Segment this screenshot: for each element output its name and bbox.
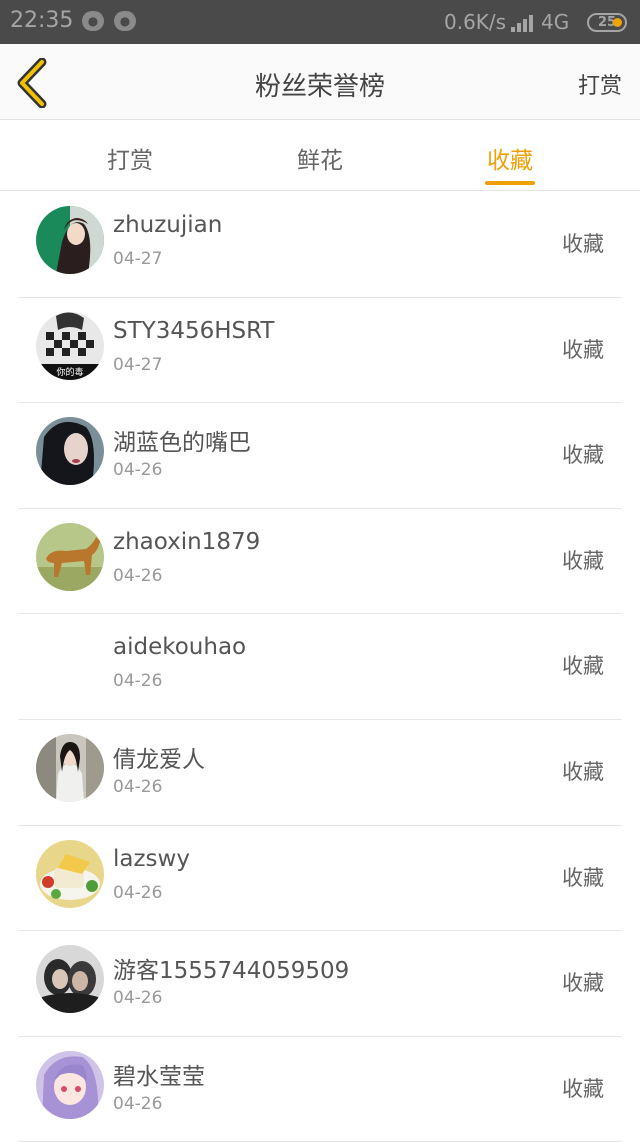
fan-action: 收藏 (562, 548, 604, 573)
wechat-icon: ● (82, 11, 104, 31)
food-plate-avatar (36, 839, 104, 908)
fan-action: 收藏 (562, 865, 604, 890)
fan-name: 碧水莹莹 (113, 1063, 205, 1090)
status-time: 22:35 (10, 8, 74, 33)
list-item[interactable]: zhuzujian 04-27 收藏 (0, 192, 640, 298)
fan-list: zhuzujian 04-27 收藏 你的毒 STY3456HSRT 04-27… (0, 192, 640, 1142)
fan-name: lazswy (113, 845, 190, 872)
page-title: 粉丝荣誉榜 (254, 72, 385, 102)
anime-man-avatar (36, 206, 104, 274)
list-item[interactable]: 游客1555744059509 04-26 收藏 (0, 931, 640, 1037)
list-item[interactable]: zhaoxin1879 04-26 收藏 (0, 509, 640, 615)
list-item[interactable]: 碧水莹莹 04-26 收藏 (0, 1037, 640, 1142)
status-bar: 22:35 ● ● 0.6K/s 4G 25 (0, 0, 640, 44)
fan-action: 收藏 (562, 759, 604, 784)
active-tab-indicator (485, 181, 535, 185)
list-item[interactable]: 湖蓝色的嘴巴 04-26 收藏 (0, 403, 640, 509)
fan-name: 倩龙爱人 (113, 746, 205, 773)
fan-name: aidekouhao (113, 634, 247, 661)
fan-name: zhuzujian (113, 212, 223, 238)
list-item[interactable]: lazswy 04-26 收藏 (0, 826, 640, 932)
list-item[interactable]: aidekouhao 04-26 收藏 (0, 614, 640, 720)
fan-date: 04-26 (113, 882, 163, 903)
fan-action: 收藏 (562, 337, 604, 362)
tab-reward[interactable]: 打赏 (80, 141, 180, 175)
signal-icon (511, 15, 533, 32)
fan-action: 收藏 (562, 443, 604, 468)
fan-name: STY3456HSRT (113, 317, 275, 344)
tab-flowers[interactable]: 鲜花 (270, 141, 370, 175)
svg-text:你的毒: 你的毒 (56, 366, 83, 378)
fan-name: zhaoxin1879 (113, 528, 261, 555)
list-item[interactable]: 你的毒 STY3456HSRT 04-27 收藏 (0, 298, 640, 404)
fan-date: 04-27 (113, 354, 163, 375)
battery-level: 25 (598, 15, 617, 30)
list-item[interactable]: 倩龙爱人 04-26 收藏 (0, 720, 640, 826)
fan-name: 游客1555744059509 (113, 958, 350, 985)
reward-button[interactable]: 打赏 (578, 68, 622, 100)
fan-date: 04-26 (113, 1093, 163, 1114)
fan-action: 收藏 (562, 654, 604, 679)
fan-date: 04-26 (113, 671, 163, 692)
fan-date: 04-26 (113, 776, 163, 797)
battery-icon: 25 (587, 13, 627, 32)
anime-girl-avatar (36, 1050, 104, 1119)
fan-name: 湖蓝色的嘴巴 (113, 430, 251, 457)
fan-action: 收藏 (562, 232, 604, 256)
fan-date: 04-26 (113, 988, 163, 1009)
app-header: 粉丝荣誉榜 打赏 (0, 44, 640, 120)
message-icon: ● (114, 11, 136, 31)
fan-date: 04-27 (113, 249, 163, 269)
girl-street-avatar (36, 733, 104, 802)
network-type: 4G (541, 10, 570, 34)
fan-action: 收藏 (562, 1076, 604, 1101)
dark-hair-woman-avatar (36, 417, 104, 486)
tab-bar: 打赏 鲜花 收藏 (0, 121, 640, 191)
fan-date: 04-26 (113, 565, 163, 586)
fan-action: 收藏 (562, 971, 604, 996)
plaid-shirt-avatar: 你的毒 (36, 311, 104, 380)
tab-favorites[interactable]: 收藏 (460, 141, 560, 175)
net-speed: 0.6K/s (444, 10, 507, 34)
couple-avatar (36, 945, 104, 1014)
dog-avatar (36, 522, 104, 591)
fan-date: 04-26 (113, 460, 163, 481)
